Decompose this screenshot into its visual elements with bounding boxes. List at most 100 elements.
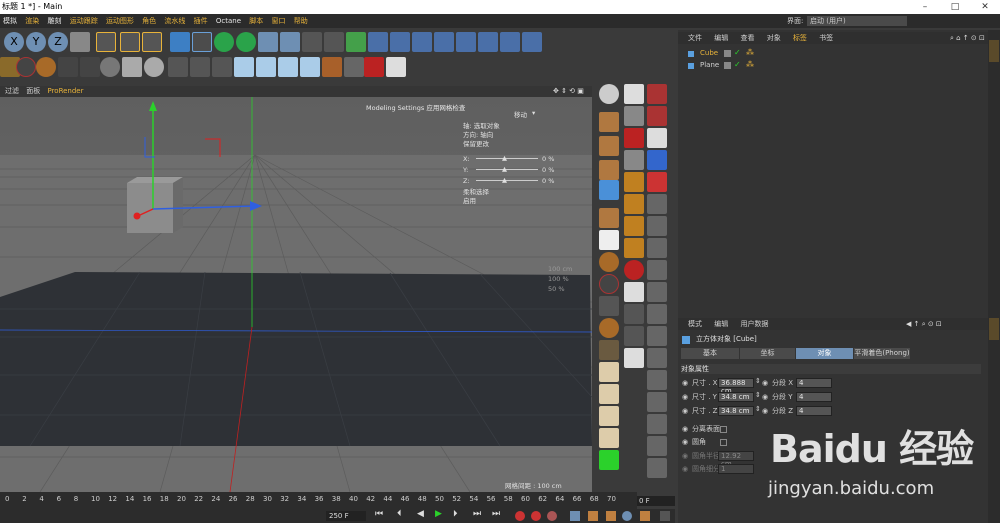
menu-sculpt[interactable]: 雕刻 [47,17,61,25]
object-name-plane[interactable]: Plane [700,60,719,71]
layer-icon[interactable] [724,50,731,57]
nav-arrows-icon[interactable]: ◀ ↑ ⌕ ⊙ ⊡ [906,318,942,330]
play-icon[interactable]: ▶ [435,509,442,519]
random-effector-icon[interactable] [434,32,454,52]
s-mode-icon[interactable] [144,57,164,77]
texture-mode-icon[interactable] [599,136,619,156]
z-slider[interactable] [476,180,538,181]
fx-a-icon[interactable] [647,84,667,104]
u-mode-icon[interactable] [100,57,120,77]
fx-l-icon[interactable] [647,326,667,346]
tab-phong[interactable]: 平滑着色(Phong) [854,348,910,359]
fx-f-icon[interactable] [647,194,667,214]
seg-z-field[interactable]: 4 [796,406,832,416]
matrix-icon[interactable] [390,32,410,52]
y-slider[interactable] [476,169,538,170]
fx-o-icon[interactable] [647,392,667,412]
side-tab-attributes[interactable] [989,318,999,340]
guide-icon[interactable] [300,57,320,77]
render-view-icon[interactable] [96,32,116,52]
weight-icon[interactable] [80,57,100,77]
fx-j-icon[interactable] [647,282,667,302]
enable-axis-icon[interactable] [212,57,232,77]
x-slider-handle[interactable]: ▲ [502,154,507,162]
fx-m-icon[interactable] [647,348,667,368]
side-tab-objects[interactable] [989,40,999,62]
menu-plugins[interactable]: 插件 [194,17,208,25]
go-to-end-icon[interactable]: ⏭ [492,509,500,519]
menu-character[interactable]: 角色 [142,17,156,25]
menu-script[interactable]: 脚本 [249,17,263,25]
plugin-misc-icon[interactable] [624,304,644,324]
fx-c-icon[interactable] [647,128,667,148]
fx-e-icon[interactable] [647,172,667,192]
pla-key-icon[interactable] [640,511,650,521]
coordinate-system-icon[interactable] [70,32,90,52]
cube-primitive-icon[interactable] [170,32,190,52]
radio-icon[interactable]: ◉ [762,406,768,417]
tag-icon[interactable] [344,57,364,77]
rotation-key-icon[interactable] [588,511,598,521]
soft-enable-label[interactable]: 启用 [463,195,476,205]
fx-q-icon[interactable] [647,436,667,456]
scale-key-icon[interactable] [606,511,616,521]
maximize-button[interactable]: □ [940,0,970,14]
minimize-button[interactable]: – [910,0,940,14]
om-menu-view[interactable]: 查看 [740,34,754,42]
render-picture-viewer-icon[interactable] [120,32,140,52]
texture-axis-icon[interactable] [190,57,210,77]
pen-tool-icon[interactable] [599,362,619,382]
menu-pipeline[interactable]: 流水线 [164,17,185,25]
fx-k-icon[interactable] [647,304,667,324]
radio-icon[interactable]: ◉ [682,378,688,389]
knife-tool-icon[interactable] [599,384,619,404]
end-frame-field[interactable]: 250 F [326,511,366,521]
radio-icon[interactable]: ◉ [682,424,688,435]
x-axis-lock-icon[interactable]: X [4,32,24,52]
plugin-misc-2-icon[interactable] [624,326,644,346]
next-frame-icon[interactable]: ⏭ [473,509,481,519]
fx-r-icon[interactable] [647,458,667,478]
current-frame-field[interactable]: 0 F [637,496,675,506]
om-menu-object[interactable]: 对象 [767,34,781,42]
phong-tag-icon[interactable]: ⁂ [746,47,754,58]
light-icon[interactable] [324,32,344,52]
tab-coordinates[interactable]: 坐标 [740,348,795,359]
plugin-figure-d-icon[interactable] [624,238,644,258]
white-square-icon[interactable] [122,57,142,77]
reverse-play-icon[interactable]: ◀ [417,509,424,519]
workplane-icon[interactable] [256,57,276,77]
size-z-field[interactable]: 34.8 cm [718,406,754,416]
polygon-mode-icon[interactable] [599,180,619,200]
viewport-menu-prorender[interactable]: ProRender [47,87,83,95]
y-slider-handle[interactable]: ▲ [502,165,507,173]
prev-key-icon[interactable]: ⏴ [397,509,402,519]
am-menu-mode[interactable]: 模式 [688,320,702,328]
object-name-cube[interactable]: Cube [700,48,718,59]
gear-render-icon[interactable] [36,57,56,77]
timeline-settings-icon[interactable] [660,511,670,521]
search-icon[interactable]: ⌕ ⌂ ↑ ⊙ ⊡ [950,32,985,44]
deformer-icon[interactable] [258,32,278,52]
tool-dropdown[interactable]: 移动 [514,109,527,119]
stepper-icon[interactable]: ⇕ [755,377,761,385]
radio-icon[interactable]: ◉ [762,392,768,403]
z-slider-handle[interactable]: ▲ [502,176,507,184]
shader-effector-icon[interactable] [456,32,476,52]
plugin-ae-icon[interactable] [624,348,644,368]
heart-plugin-icon[interactable] [364,57,384,77]
enable-check-icon[interactable]: ✓ [734,59,741,70]
y-axis-lock-icon[interactable]: Y [26,32,46,52]
fx-i-icon[interactable] [647,260,667,280]
menu-mograph[interactable]: 运动图形 [106,17,134,25]
om-menu-tags[interactable]: 标签 [793,34,807,42]
live-select-icon[interactable] [599,230,619,250]
array-icon[interactable] [236,32,256,52]
points-mode-icon[interactable] [599,160,619,180]
record-key-icon[interactable] [515,511,525,521]
enable-check-icon[interactable]: ✓ [734,47,741,58]
menu-octane[interactable]: Octane [216,17,241,25]
fillet-subdiv-field[interactable]: 1 [718,464,754,474]
fx-p-icon[interactable] [647,414,667,434]
plugin-figure-a-icon[interactable] [624,172,644,192]
